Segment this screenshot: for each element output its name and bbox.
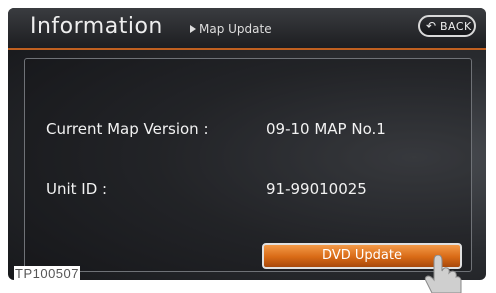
unit-id-value: 91-99010025 [266,180,367,198]
title-bar: Information Map Update ↶ BACK [8,8,486,50]
pointing-hand-icon [424,255,462,293]
unit-id-label: Unit ID : [46,180,108,198]
figure-caption: TP100507 [14,266,80,281]
breadcrumb-arrow-icon [190,25,196,33]
page-subtitle: Map Update [199,22,272,36]
map-version-value: 09-10 MAP No.1 [266,120,386,138]
back-button[interactable]: ↶ BACK [418,15,476,37]
back-button-label: BACK [440,20,472,33]
map-version-label: Current Map Version : [46,120,209,138]
info-panel [24,58,472,272]
back-arrow-icon: ↶ [426,19,437,33]
page-title: Information [30,14,163,39]
navigation-screen: Information Map Update ↶ BACK [8,8,486,280]
